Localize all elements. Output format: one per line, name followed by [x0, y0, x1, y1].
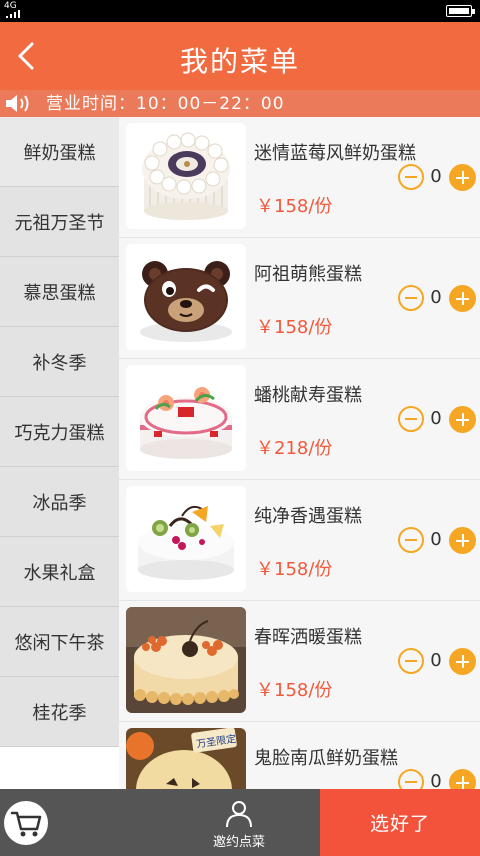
category-label: 元祖万圣节	[14, 212, 105, 234]
increase-quantity-button[interactable]	[449, 164, 476, 191]
category-item-afternoon-tea[interactable]: 悠闲下午茶	[0, 607, 119, 677]
category-label: 巧克力蛋糕	[14, 422, 105, 444]
product-name: 鬼脸南瓜鲜奶蛋糕	[254, 748, 398, 769]
product-image	[126, 123, 246, 229]
category-label: 悠闲下午茶	[14, 632, 105, 654]
category-label: 桂花季	[32, 702, 87, 724]
product-item[interactable]: 迷情蓝莓风鲜奶蛋糕 ￥158/份 0	[119, 117, 480, 238]
product-list[interactable]: 迷情蓝莓风鲜奶蛋糕 ￥158/份 0 阿祖萌熊蛋糕 ￥158/份 0 蟠桃献寿蛋…	[119, 117, 480, 789]
category-label: 慕思蛋糕	[23, 282, 96, 304]
quantity-value: 0	[430, 529, 442, 550]
person-icon	[226, 801, 252, 828]
quantity-value: 0	[430, 650, 442, 671]
product-item[interactable]: 纯净香遇蛋糕 ￥158/份 0	[119, 480, 480, 601]
category-label: 补冬季	[32, 352, 87, 374]
decrease-quantity-button[interactable]	[398, 285, 424, 311]
bottom-action-bar: 邀约点菜 选好了	[0, 789, 480, 856]
product-item[interactable]: 阿祖萌熊蛋糕 ￥158/份 0	[119, 238, 480, 359]
product-price: ￥158/份	[256, 317, 333, 338]
decrease-quantity-button[interactable]	[398, 648, 424, 674]
product-price: ￥158/份	[256, 680, 333, 701]
cart-button[interactable]	[4, 801, 48, 845]
speaker-icon	[6, 95, 29, 112]
decrease-quantity-button[interactable]	[398, 164, 424, 190]
header-bar: 我的菜单	[0, 22, 480, 90]
increase-quantity-button[interactable]	[449, 527, 476, 554]
product-item[interactable]: 蟠桃献寿蛋糕 ￥218/份 0	[119, 359, 480, 480]
category-item-ice[interactable]: 冰品季	[0, 467, 119, 537]
product-name: 迷情蓝莓风鲜奶蛋糕	[254, 143, 416, 164]
decrease-quantity-button[interactable]	[398, 406, 424, 432]
category-sidebar: 鲜奶蛋糕 元祖万圣节 慕思蛋糕 补冬季 巧克力蛋糕 冰品季 水果礼盒 悠闲下午茶…	[0, 117, 119, 789]
category-label: 水果礼盒	[23, 562, 96, 584]
category-item-winter[interactable]: 补冬季	[0, 327, 119, 397]
product-name: 蟠桃献寿蛋糕	[254, 385, 362, 406]
product-image: 万圣限定	[126, 728, 246, 789]
business-hours-text: 营业时间：10：00－22：00	[46, 94, 285, 114]
product-image	[126, 607, 246, 713]
confirm-selection-button[interactable]: 选好了	[320, 789, 480, 856]
product-price: ￥158/份	[256, 196, 333, 217]
invite-order-button[interactable]: 邀约点菜	[200, 789, 278, 856]
signal-icon	[6, 10, 20, 18]
category-item-osmanthus[interactable]: 桂花季	[0, 677, 119, 747]
cart-icon	[10, 811, 42, 837]
battery-icon	[446, 5, 475, 17]
quantity-value: 0	[430, 771, 442, 789]
increase-quantity-button[interactable]	[449, 285, 476, 312]
quantity-value: 0	[430, 287, 442, 308]
product-item[interactable]: 春晖洒暖蛋糕 ￥158/份 0	[119, 601, 480, 722]
product-price: ￥158/份	[256, 559, 333, 580]
increase-quantity-button[interactable]	[449, 769, 476, 789]
quantity-value: 0	[430, 166, 442, 187]
category-item-chocolate[interactable]: 巧克力蛋糕	[0, 397, 119, 467]
invite-order-label: 邀约点菜	[212, 835, 265, 850]
decrease-quantity-button[interactable]	[398, 527, 424, 553]
increase-quantity-button[interactable]	[449, 648, 476, 675]
category-label: 鲜奶蛋糕	[23, 142, 96, 164]
category-label: 冰品季	[32, 492, 87, 514]
status-bar: 4G	[0, 0, 480, 22]
category-item-mousse[interactable]: 慕思蛋糕	[0, 257, 119, 327]
product-image	[126, 365, 246, 471]
increase-quantity-button[interactable]	[449, 406, 476, 433]
business-hours-notice: 营业时间：10：00－22：00	[0, 90, 480, 117]
product-name: 春晖洒暖蛋糕	[254, 627, 362, 648]
page-title: 我的菜单	[179, 45, 300, 78]
product-image	[126, 244, 246, 350]
product-image	[126, 486, 246, 592]
quantity-value: 0	[430, 408, 442, 429]
product-item[interactable]: 万圣限定 鬼脸南瓜鲜奶蛋糕 0	[119, 722, 480, 789]
product-price: ￥218/份	[256, 438, 333, 459]
category-item-fresh-cream[interactable]: 鲜奶蛋糕	[0, 117, 119, 187]
category-item-halloween[interactable]: 元祖万圣节	[0, 187, 119, 257]
category-item-fruit-box[interactable]: 水果礼盒	[0, 537, 119, 607]
decrease-quantity-button[interactable]	[398, 769, 424, 789]
product-name: 纯净香遇蛋糕	[254, 506, 362, 527]
product-name: 阿祖萌熊蛋糕	[254, 264, 362, 285]
confirm-selection-label: 选好了	[369, 813, 430, 835]
